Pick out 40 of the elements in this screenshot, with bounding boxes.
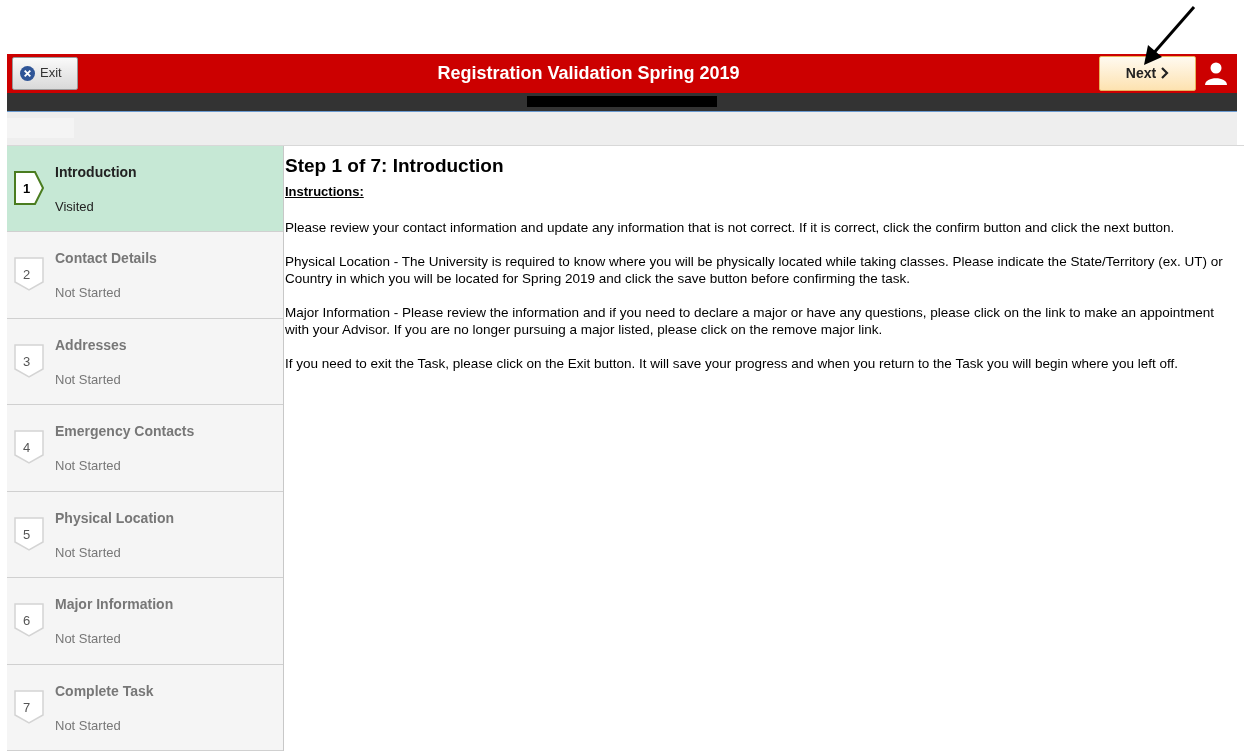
- user-icon[interactable]: [1204, 61, 1228, 86]
- step-status: Not Started: [55, 543, 122, 562]
- step-title: Complete Task: [55, 681, 154, 701]
- close-icon: [20, 65, 35, 81]
- step-status: Visited: [55, 197, 95, 216]
- step-status: Not Started: [55, 630, 122, 648]
- step-title: Contact Details: [55, 249, 157, 268]
- step-item[interactable]: 3 Addresses Not Started: [7, 318, 283, 405]
- step-status: Not Started: [55, 716, 122, 735]
- step-item[interactable]: 4 Emergency Contacts Not Started: [7, 405, 283, 492]
- step-number: 7: [23, 698, 31, 717]
- step-item[interactable]: 1 Introduction Visited: [7, 145, 283, 232]
- step-number: 5: [23, 525, 31, 544]
- chevron-right-icon: [1160, 67, 1170, 80]
- step-item[interactable]: 2 Contact Details Not Started: [7, 232, 283, 319]
- step-item[interactable]: 7 Complete Task Not Started: [7, 664, 283, 751]
- instruction-paragraph: Major Information - Please review the information and if you need to declare a major or have any questions, please click on the link to make an appointment with your Advisor. If you are no longer pursuing a major listed, please click on the remove major link.: [285, 303, 1215, 338]
- step-item[interactable]: 6 Major Information Not Started: [7, 578, 283, 665]
- next-button[interactable]: Next: [1099, 55, 1196, 91]
- step-title: Major Information: [55, 595, 174, 614]
- instructions-heading: Instructions:: [285, 183, 365, 201]
- step-item[interactable]: 5 Physical Location Not Started: [7, 491, 283, 578]
- step-title: Physical Location: [55, 508, 175, 528]
- step-number: 6: [23, 612, 31, 630]
- step-title: Emergency Contacts: [55, 422, 195, 441]
- instruction-paragraph: If you need to exit the Task, please click on the Exit button. It will save your progress and when you return to the Task you will begin where you left off.: [285, 354, 1179, 372]
- page-title: Registration Validation Spring 2019: [437, 61, 740, 85]
- instruction-paragraph: Physical Location - The University is required to know where you will be physically located while taking classes. Please indicate the State/Territory (ex. UT) or Country in which you will be located for Spring 2019 and click the save button before confirming the task.: [285, 252, 1224, 287]
- step-status: Not Started: [55, 284, 122, 302]
- step-title: Introduction: [55, 162, 137, 182]
- step-status: Not Started: [55, 370, 122, 389]
- instruction-paragraph: Please review your contact information and update any information that is not correct. If it is correct, click the confirm button and click the next button.: [285, 218, 1176, 236]
- step-number: 2: [23, 266, 31, 284]
- step-status: Not Started: [55, 457, 122, 475]
- step-number: 4: [23, 439, 31, 457]
- step-number: 1: [23, 179, 31, 198]
- step-number: 3: [23, 352, 31, 371]
- step-heading: Step 1 of 7: Introduction: [285, 153, 505, 178]
- step-title: Addresses: [55, 335, 127, 355]
- exit-button[interactable]: Exit: [12, 56, 78, 90]
